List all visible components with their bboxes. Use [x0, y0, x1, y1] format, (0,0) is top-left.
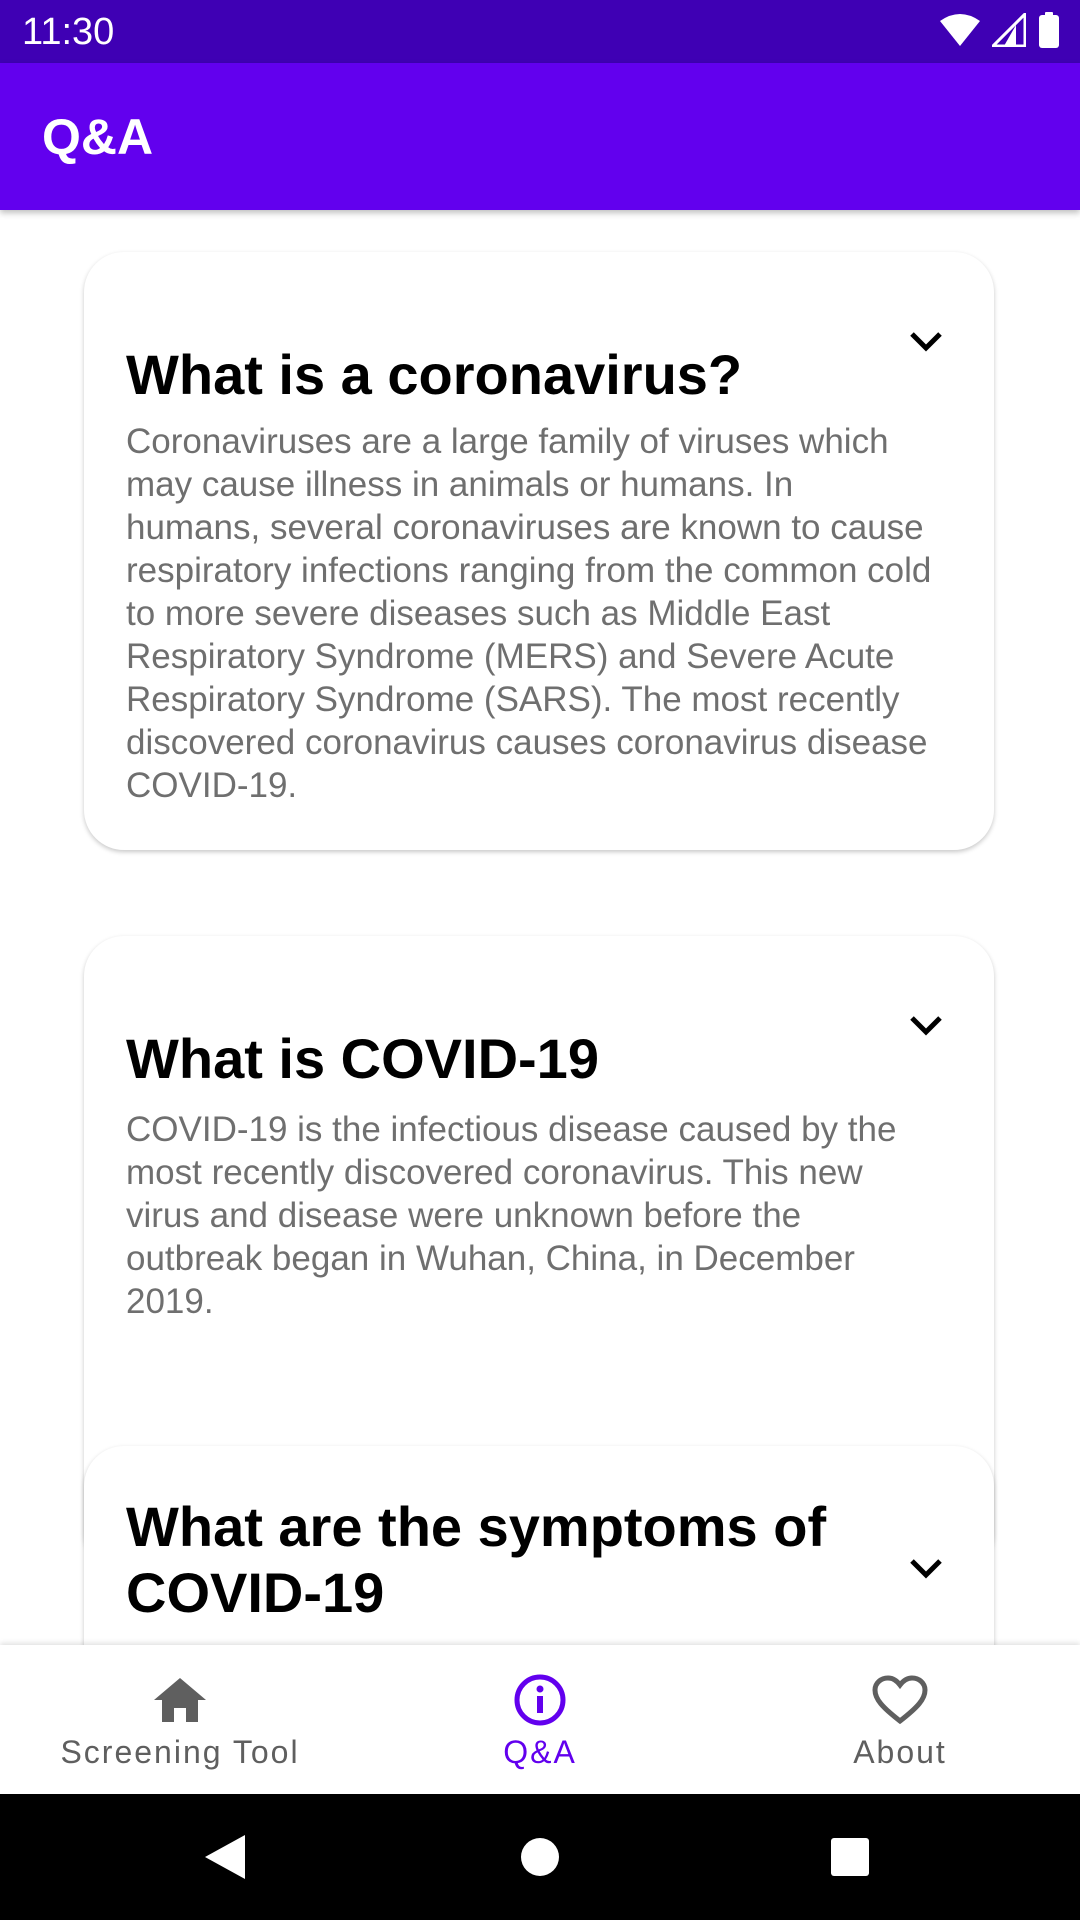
battery-icon [1038, 11, 1060, 53]
nav-label: Screening Tool [60, 1734, 300, 1770]
qa-card-title: What is a coronavirus? [126, 343, 743, 406]
nav-item-screening-tool[interactable]: Screening Tool [0, 1645, 360, 1794]
status-icons [940, 9, 1060, 53]
qa-card-title: What are the symptoms of COVID-19 [126, 1495, 827, 1624]
chevron-down-icon[interactable] [906, 1006, 946, 1046]
qa-card-title: What is COVID-19 [126, 1027, 599, 1090]
qa-card-answer: Coronaviruses are a large family of viru… [126, 422, 932, 805]
nav-label: Q&A [503, 1734, 577, 1770]
home-icon [150, 1673, 210, 1727]
app-bar: Q&A [0, 63, 1080, 210]
heart-icon [870, 1673, 930, 1727]
bottom-navigation: Screening Tool Q&A About [0, 1645, 1080, 1794]
chevron-down-icon[interactable] [906, 322, 946, 362]
qa-card-coronavirus[interactable]: What is a coronavirus? Coronaviruses are… [84, 252, 994, 850]
qa-card-symptoms[interactable]: What are the symptoms of COVID-19 [84, 1446, 994, 1645]
system-navigation-bar [0, 1794, 1080, 1920]
status-time: 11:30 [22, 11, 115, 53]
back-icon[interactable] [190, 1824, 260, 1890]
nav-label: About [853, 1734, 947, 1770]
status-bar: 11:30 [0, 0, 1080, 63]
info-icon [510, 1673, 570, 1727]
nav-item-qa[interactable]: Q&A [360, 1645, 720, 1794]
page-title: Q&A [42, 109, 154, 165]
signal-icon [989, 9, 1027, 52]
recents-icon[interactable] [815, 1824, 885, 1890]
qa-card-answer: COVID-19 is the infectious disease cause… [126, 1110, 897, 1321]
qa-list[interactable]: What is a coronavirus? Coronaviruses are… [0, 210, 1080, 1645]
chevron-down-icon[interactable] [906, 1549, 946, 1589]
wifi-icon [940, 13, 980, 52]
home-circle-icon[interactable] [505, 1824, 575, 1890]
nav-item-about[interactable]: About [720, 1645, 1080, 1794]
